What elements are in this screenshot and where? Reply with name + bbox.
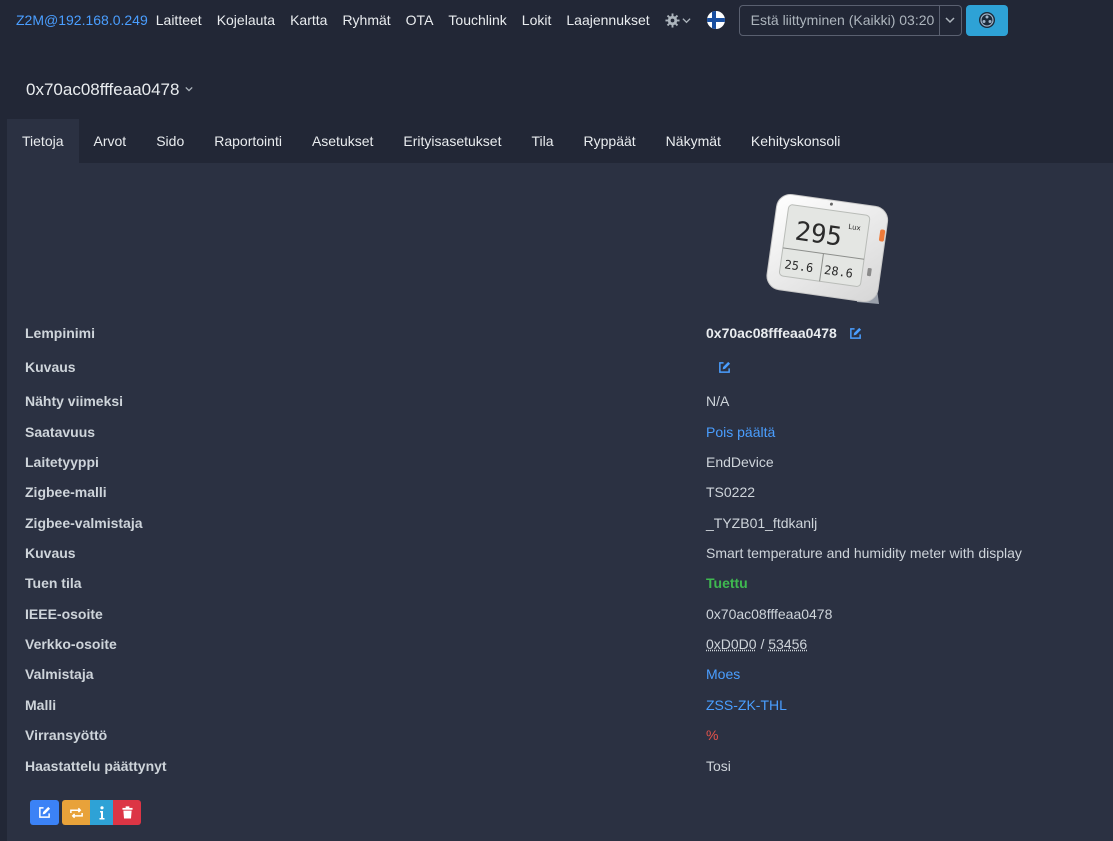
info-row-network-address: Verkko-osoite 0xD0D0 / 53456 — [25, 633, 1105, 655]
tab-raportointi[interactable]: Raportointi — [199, 119, 297, 163]
availability-link[interactable]: Pois päältä — [706, 424, 775, 440]
model-link[interactable]: ZSS-ZK-THL — [706, 697, 787, 713]
permit-join-group: Estä liittyminen (Kaikki) 03:20 — [738, 4, 962, 36]
info-value: N/A — [706, 393, 730, 409]
info-row-interview-completed: Haastattelu päättynyt Tosi — [25, 755, 1105, 777]
zigbee-join-button[interactable] — [965, 4, 1008, 36]
info-icon — [99, 805, 104, 819]
info-row-description-edit: Kuvaus — [25, 356, 1105, 378]
info-label: Saatavuus — [25, 424, 96, 440]
info-row-description: Kuvaus Smart temperature and humidity me… — [25, 542, 1105, 564]
network-address-separator: / — [756, 636, 769, 652]
info-row-model: Malli ZSS-ZK-THL — [25, 694, 1105, 716]
brand-link[interactable]: Z2M@192.168.0.249 — [16, 12, 148, 28]
settings-dropdown[interactable] — [665, 12, 691, 28]
info-label: IEEE-osoite — [25, 606, 103, 622]
chevron-down-icon — [682, 17, 691, 23]
tab-ryppaat[interactable]: Ryppäät — [569, 119, 651, 163]
nav-link-laitteet[interactable]: Laitteet — [156, 12, 202, 28]
device-image: 295 Lux 25.6 28.6 — [766, 194, 889, 304]
info-value: 0x70ac08fffeaa0478 — [706, 325, 862, 341]
tab-tietoja[interactable]: Tietoja — [7, 119, 79, 163]
info-label: Malli — [25, 697, 57, 713]
top-navbar: Z2M@192.168.0.249 Laitteet Kojelauta Kar… — [0, 0, 1113, 40]
info-label: Virransyöttö — [25, 727, 108, 743]
info-row-zigbee-model: Zigbee-malli TS0222 — [25, 481, 1105, 503]
support-status-value: Tuettu — [706, 575, 748, 591]
gear-icon — [665, 12, 680, 28]
info-label: Zigbee-malli — [25, 484, 107, 500]
edit-nickname-button[interactable] — [849, 327, 862, 340]
tab-nakymat[interactable]: Näkymät — [651, 119, 736, 163]
chevron-down-icon — [185, 85, 194, 96]
info-label: Nähty viimeksi — [25, 393, 124, 409]
info-value: Tosi — [706, 758, 731, 774]
info-value: Smart temperature and humidity meter wit… — [706, 545, 1022, 561]
finland-flag-icon[interactable] — [706, 11, 725, 29]
info-row-support-status: Tuen tila Tuettu — [25, 572, 1105, 594]
info-row-zigbee-manufacturer: Zigbee-valmistaja _TYZB01_ftdkanlj — [25, 512, 1105, 534]
info-row-availability: Saatavuus Pois päältä — [25, 421, 1105, 443]
info-value: 0xD0D0 / 53456 — [706, 636, 807, 652]
device-tabs: Tietoja Arvot Sido Raportointi Asetukset… — [7, 119, 1113, 163]
info-label: Laitetyyppi — [25, 454, 99, 470]
permit-join-button[interactable]: Estä liittyminen (Kaikki) 03:20 — [740, 6, 939, 35]
info-row-nickname: Lempinimi 0x70ac08fffeaa0478 — [25, 322, 1105, 344]
info-value: EndDevice — [706, 454, 774, 470]
device-actions — [30, 800, 141, 825]
remove-device-button[interactable] — [113, 800, 141, 825]
info-value: _TYZB01_ftdkanlj — [706, 515, 818, 531]
nav-link-lokit[interactable]: Lokit — [522, 12, 552, 28]
nav-link-laajennukset[interactable]: Laajennukset — [566, 12, 649, 28]
nav-link-touchlink[interactable]: Touchlink — [448, 12, 506, 28]
network-address-hex: 0xD0D0 — [706, 636, 757, 652]
info-value — [706, 361, 731, 374]
display-lux-unit: Lux — [848, 223, 861, 233]
device-selector[interactable]: 0x70ac08fffeaa0478 — [26, 80, 194, 100]
tab-sido[interactable]: Sido — [141, 119, 199, 163]
info-row-power-source: Virransyöttö % — [25, 724, 1105, 746]
nav-link-ota[interactable]: OTA — [406, 12, 434, 28]
info-label: Kuvaus — [25, 545, 76, 561]
nav-link-ryhmat[interactable]: Ryhmät — [342, 12, 390, 28]
nav-link-kartta[interactable]: Kartta — [290, 12, 327, 28]
tab-arvot[interactable]: Arvot — [79, 119, 142, 163]
zigbee-icon — [978, 12, 995, 28]
interview-button[interactable] — [90, 800, 113, 825]
network-address-dec: 53456 — [768, 636, 808, 652]
info-row-device-type: Laitetyyppi EndDevice — [25, 451, 1105, 473]
edit-icon — [39, 806, 51, 818]
info-row-ieee-address: IEEE-osoite 0x70ac08fffeaa0478 — [25, 603, 1105, 625]
nav-link-kojelauta[interactable]: Kojelauta — [217, 12, 275, 28]
info-value: TS0222 — [706, 484, 756, 500]
info-row-last-seen: Nähty viimeksi N/A — [25, 390, 1105, 412]
info-label: Lempinimi — [25, 325, 96, 341]
rename-device-button[interactable] — [30, 800, 59, 825]
reconfigure-icon — [69, 807, 83, 818]
power-source-value: % — [706, 727, 719, 743]
nav-links: Laitteet Kojelauta Kartta Ryhmät OTA Tou… — [156, 12, 665, 28]
tab-asetukset[interactable]: Asetukset — [297, 119, 388, 163]
nickname-value: 0x70ac08fffeaa0478 — [706, 325, 837, 341]
manufacturer-link[interactable]: Moes — [706, 666, 740, 682]
permit-join-dropdown[interactable] — [938, 5, 961, 35]
info-label: Verkko-osoite — [25, 636, 117, 652]
info-label: Haastattelu päättynyt — [25, 758, 167, 774]
edit-icon — [849, 327, 861, 339]
trash-icon — [121, 806, 133, 819]
info-label: Tuen tila — [25, 575, 82, 591]
edit-description-button[interactable] — [718, 361, 731, 374]
info-label: Kuvaus — [25, 359, 76, 375]
edit-icon — [719, 361, 731, 373]
chevron-down-icon — [945, 17, 955, 24]
tab-kehityskonsoli[interactable]: Kehityskonsoli — [736, 119, 856, 163]
tab-tila[interactable]: Tila — [516, 119, 568, 163]
info-row-manufacturer: Valmistaja Moes — [25, 663, 1105, 685]
tab-erityisasetukset[interactable]: Erityisasetukset — [388, 119, 516, 163]
reconfigure-button[interactable] — [62, 800, 90, 825]
info-label: Valmistaja — [25, 666, 94, 682]
info-value: 0x70ac08fffeaa0478 — [706, 606, 833, 622]
device-title: 0x70ac08fffeaa0478 — [26, 80, 180, 99]
info-label: Zigbee-valmistaja — [25, 515, 143, 531]
